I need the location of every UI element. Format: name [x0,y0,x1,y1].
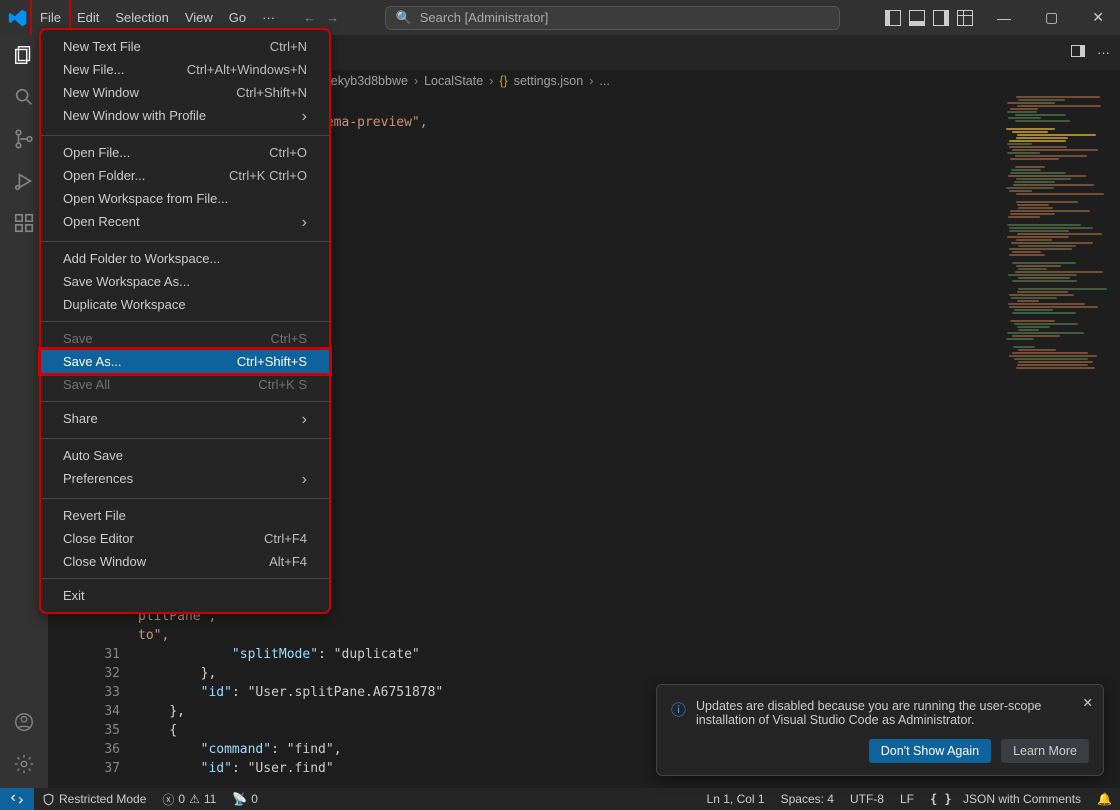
layout-sidebar-right-icon[interactable] [933,10,949,26]
menu-item-exit[interactable]: Exit [41,584,329,607]
search-placeholder: Search [Administrator] [420,10,549,25]
problems-status[interactable]: ⓧ0 ⚠11 [154,791,224,808]
status-bar: Restricted Mode ⓧ0 ⚠11 📡0 Ln 1, Col 1 Sp… [0,788,1120,810]
restricted-label: Restricted Mode [59,792,146,806]
menu-item-open-recent[interactable]: Open Recent [41,210,329,236]
menu-item-revert-file[interactable]: Revert File [41,504,329,527]
antenna-icon: 📡 [232,792,247,806]
window-minimize-icon[interactable]: — [987,10,1021,26]
language-mode[interactable]: { } JSON with Comments [922,792,1089,806]
window-close-icon[interactable]: ✕ [1082,9,1114,26]
warning-icon: ⚠ [189,792,200,806]
menu-item-open-workspace-from-file-[interactable]: Open Workspace from File... [41,187,329,210]
window-maximize-icon[interactable]: ▢ [1035,9,1068,26]
notification-text: Updates are disabled because you are run… [696,699,1089,727]
file-menu-dropdown: New Text FileCtrl+NNew File...Ctrl+Alt+W… [40,29,330,613]
notification-toast: ✕ ⓘ Updates are disabled because you are… [656,684,1104,776]
remote-indicator[interactable] [0,788,34,810]
menu-item-save-as-[interactable]: Save As...Ctrl+Shift+S [41,350,329,373]
encoding[interactable]: UTF-8 [842,792,892,806]
layout-sidebar-left-icon[interactable] [885,10,901,26]
menu-item-add-folder-to-workspace-[interactable]: Add Folder to Workspace... [41,247,329,270]
dont-show-again-button[interactable]: Don't Show Again [869,739,991,763]
crumb-file[interactable]: settings.json [514,74,583,88]
feedback-icon[interactable]: 🔔 [1089,792,1120,806]
nav-forward-icon[interactable]: → [326,10,339,25]
menu-item-close-window[interactable]: Close WindowAlt+F4 [41,550,329,573]
close-icon[interactable]: ✕ [1083,695,1093,710]
layout-panel-icon[interactable] [909,10,925,26]
eol[interactable]: LF [892,792,922,806]
layout-customize-icon[interactable] [957,10,973,26]
menu-item-open-file-[interactable]: Open File...Ctrl+O [41,141,329,164]
menu-item-save: SaveCtrl+S [41,327,329,350]
extensions-icon[interactable] [12,211,36,235]
learn-more-button[interactable]: Learn More [1001,739,1089,763]
menu-item-duplicate-workspace[interactable]: Duplicate Workspace [41,293,329,316]
menu-item-new-window[interactable]: New WindowCtrl+Shift+N [41,81,329,104]
crumb-more[interactable]: ... [599,74,609,88]
restricted-mode[interactable]: Restricted Mode [34,792,154,806]
ports-status[interactable]: 📡0 [224,792,266,806]
cursor-position[interactable]: Ln 1, Col 1 [699,792,773,806]
vscode-icon [8,8,28,28]
accounts-icon[interactable] [12,710,36,734]
settings-gear-icon[interactable] [12,752,36,776]
search-icon: 🔍 [396,10,412,26]
explorer-icon[interactable] [12,43,36,67]
menu-item-new-file-[interactable]: New File...Ctrl+Alt+Windows+N [41,58,329,81]
menu-item-save-workspace-as-[interactable]: Save Workspace As... [41,270,329,293]
menu-item-share[interactable]: Share [41,407,329,433]
menu-item-auto-save[interactable]: Auto Save [41,444,329,467]
indentation[interactable]: Spaces: 4 [773,792,842,806]
menu-item-preferences[interactable]: Preferences [41,467,329,493]
source-control-icon[interactable] [12,127,36,151]
info-icon: ⓘ [671,699,686,727]
tab-overflow-icon[interactable]: ··· [1097,45,1110,60]
search-activity-icon[interactable] [12,85,36,109]
menu-item-new-window-with-profile[interactable]: New Window with Profile [41,104,329,130]
command-center[interactable]: 🔍 Search [Administrator] [385,6,840,30]
nav-history: ← → [303,10,339,25]
json-icon: {} [499,74,507,88]
debug-icon[interactable] [12,169,36,193]
split-editor-icon[interactable] [1071,45,1085,60]
menu-item-new-text-file[interactable]: New Text FileCtrl+N [41,35,329,58]
menu-item-close-editor[interactable]: Close EditorCtrl+F4 [41,527,329,550]
menu-item-open-folder-[interactable]: Open Folder...Ctrl+K Ctrl+O [41,164,329,187]
error-icon: ⓧ [162,791,174,808]
nav-back-icon[interactable]: ← [303,10,316,25]
menu-item-save-all: Save AllCtrl+K S [41,373,329,396]
crumb[interactable]: LocalState [424,74,483,88]
